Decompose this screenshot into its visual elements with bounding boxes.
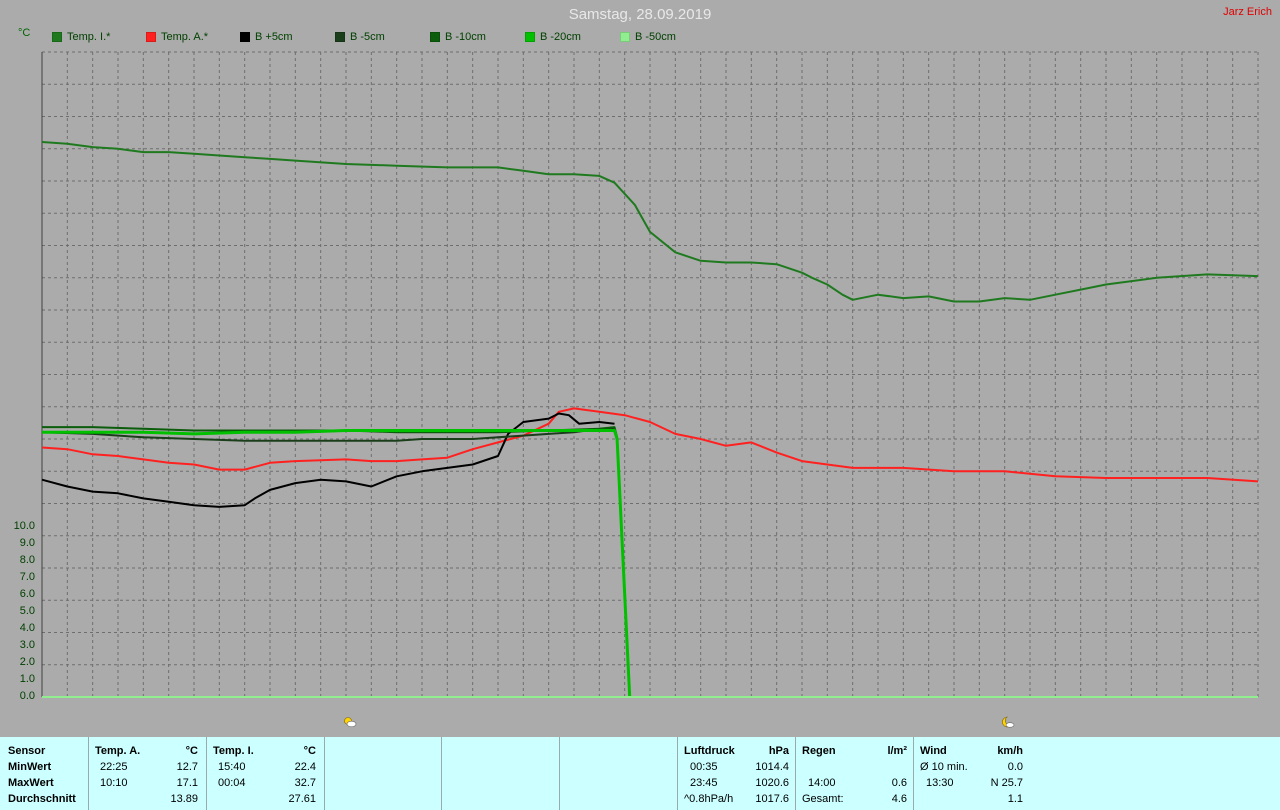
temp-a-max-value: 17.1 — [176, 777, 198, 789]
temp-a-max-time: 10:10 — [100, 777, 128, 789]
statistics-panel: Sensor MinWert MaxWert Durchschnitt Temp… — [0, 737, 1280, 810]
y-tick-label: 0.0 — [19, 690, 35, 702]
series-line-5 — [42, 429, 632, 698]
stats-col-empty-2 — [442, 737, 560, 810]
regen-total-value: 4.6 — [891, 793, 907, 805]
temp-a-min-time: 22:25 — [100, 761, 128, 773]
stats-col-temp-i: Temp. I. °C 15:40 22.4 00:04 32.7 27.61 — [207, 737, 325, 810]
moon-icon — [1001, 716, 1015, 731]
y-tick-label: 9.0 — [19, 537, 35, 550]
y-tick-label: 4.0 — [19, 622, 35, 635]
temp-i-unit: °C — [303, 745, 316, 757]
regen-unit: l/m² — [887, 745, 907, 757]
luftdruck-max-value: 1020.6 — [755, 777, 789, 789]
temp-a-unit: °C — [185, 745, 198, 757]
y-tick-label: 7.0 — [19, 571, 35, 584]
stats-max-label: MaxWert — [8, 777, 54, 789]
temp-i-avg-value: 27.61 — [288, 793, 316, 805]
y-tick-label: 5.0 — [19, 605, 35, 618]
temp-i-min-value: 22.4 — [294, 761, 316, 773]
stats-sensor-header: Sensor — [8, 745, 46, 757]
stats-col-wind: Wind km/h Ø 10 min. 0.0 13:30 N 25.7 1.1 — [914, 737, 1031, 810]
legend-swatch — [52, 32, 62, 42]
temp-i-max-value: 32.7 — [294, 777, 316, 789]
y-tick-label: 1.0 — [19, 673, 35, 686]
stats-col-empty-3 — [560, 737, 678, 810]
y-tick-label: 8.0 — [19, 554, 35, 567]
temp-i-min-time: 15:40 — [218, 761, 246, 773]
temp-a-avg-value: 13.89 — [170, 793, 198, 805]
chart-title: Samstag, 28.09.2019 — [568, 6, 712, 23]
regen-max-value: 0.6 — [891, 777, 907, 789]
series-line-4 — [42, 426, 631, 698]
legend-swatch — [146, 32, 156, 42]
sun-cloud-icon — [343, 716, 357, 731]
legend-swatch — [240, 32, 250, 42]
luftdruck-unit: hPa — [768, 745, 789, 757]
luftdruck-avg-value: 1017.6 — [755, 793, 789, 805]
wind-avg10-label: Ø 10 min. — [920, 761, 968, 773]
wind-unit: km/h — [997, 745, 1023, 757]
luftdruck-min-time: 00:35 — [690, 761, 718, 773]
wind-max-time: 13:30 — [926, 777, 954, 789]
legend-swatch — [525, 32, 535, 42]
temp-a-min-value: 12.7 — [176, 761, 198, 773]
temp-i-header: Temp. I. — [213, 745, 254, 757]
regen-header: Regen — [802, 745, 836, 757]
legend-swatch — [620, 32, 630, 42]
wind-max-value: N 25.7 — [990, 777, 1023, 789]
legend-swatch — [430, 32, 440, 42]
regen-total-label: Gesamt: — [802, 793, 844, 805]
temp-a-header: Temp. A. — [95, 745, 141, 757]
stats-col-empty-1 — [325, 737, 442, 810]
regen-max-time: 14:00 — [808, 777, 836, 789]
y-tick-label: 10.0 — [13, 520, 35, 533]
stats-min-label: MinWert — [8, 761, 52, 773]
luftdruck-header: Luftdruck — [684, 745, 735, 757]
legend-item-b-minus20[interactable]: B -20cm — [525, 31, 581, 43]
wind-avg-value: 1.1 — [1007, 793, 1023, 805]
y-tick-label: 3.0 — [19, 639, 35, 652]
y-axis-unit: °C — [18, 27, 31, 39]
luftdruck-trend: ^0.8hPa/h — [684, 793, 734, 805]
luftdruck-min-value: 1014.4 — [755, 761, 789, 773]
y-tick-label: 2.0 — [19, 656, 35, 669]
legend-item-b-minus5[interactable]: B -5cm — [335, 31, 385, 43]
stats-col-luftdruck: Luftdruck hPa 00:35 1014.4 23:45 1020.6 … — [678, 737, 796, 810]
luftdruck-max-time: 23:45 — [690, 777, 718, 789]
wind-avg10-value: 0.0 — [1007, 761, 1023, 773]
author-label: Jarz Erich — [1223, 6, 1272, 18]
temperature-chart — [41, 51, 1259, 698]
temp-i-max-time: 00:04 — [218, 777, 246, 789]
legend-item-b-minus10[interactable]: B -10cm — [430, 31, 486, 43]
legend-swatch — [335, 32, 345, 42]
wind-header: Wind — [920, 745, 947, 757]
legend-item-b-minus50[interactable]: B -50cm — [620, 31, 676, 43]
legend-item-temp-i[interactable]: Temp. I.* — [52, 31, 110, 43]
y-tick-label: 6.0 — [19, 588, 35, 601]
stats-col-sensor: Sensor MinWert MaxWert Durchschnitt — [0, 737, 89, 810]
stats-col-temp-a: Temp. A. °C 22:25 12.7 10:10 17.1 13.89 — [89, 737, 207, 810]
stats-col-regen: Regen l/m² 14:00 0.6 Gesamt: 4.6 — [796, 737, 914, 810]
legend-item-temp-a[interactable]: Temp. A.* — [146, 31, 208, 43]
legend-item-b-plus5[interactable]: B +5cm — [240, 31, 293, 43]
chart-grid — [41, 51, 1259, 698]
stats-avg-label: Durchschnitt — [8, 793, 76, 805]
